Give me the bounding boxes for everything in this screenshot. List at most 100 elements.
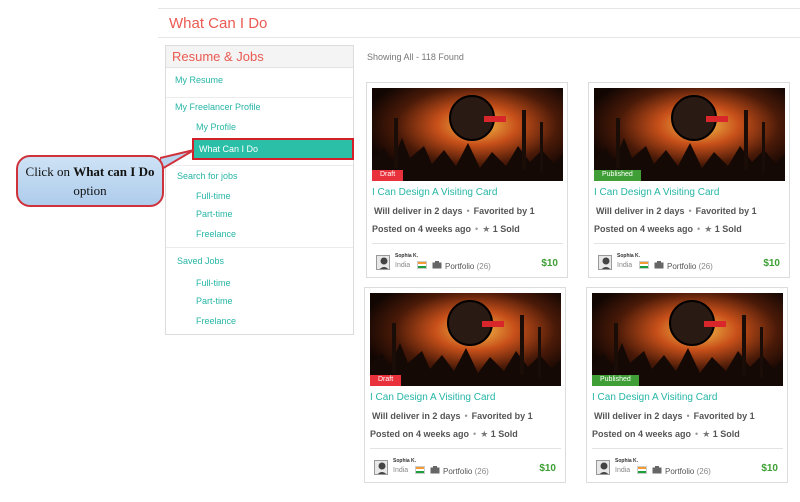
star-icon: ★	[702, 429, 711, 439]
seller-country: India	[617, 262, 633, 269]
card-title[interactable]: I Can Design A Visiting Card	[594, 187, 719, 198]
callout-text-prefix: Click on	[25, 164, 74, 179]
sold-count: 1 Sold	[490, 429, 518, 439]
seller-name[interactable]: Sophia K.	[393, 458, 416, 464]
seller-country: India	[395, 262, 411, 269]
avatar[interactable]	[374, 460, 388, 475]
posted-date: Posted on 4 weeks ago	[592, 429, 692, 439]
separator-dot: •	[695, 429, 699, 439]
sidebar-divider	[166, 247, 353, 248]
sidebar-divider	[166, 97, 353, 98]
service-card[interactable]: Published I Can Design A Visiting Card W…	[588, 82, 790, 278]
card-thumbnail[interactable]: Published	[592, 293, 783, 386]
page-title: What Can I Do	[169, 15, 268, 32]
india-flag-icon	[637, 466, 647, 474]
status-badge: Draft	[372, 170, 404, 181]
sidebar-item-search-part-time[interactable]: Part-time	[196, 209, 233, 219]
seller-country: India	[615, 467, 631, 474]
star-icon: ★	[704, 224, 713, 234]
portfolio-label: Portfolio	[443, 467, 473, 476]
avatar[interactable]	[598, 255, 612, 270]
avatar[interactable]	[596, 460, 610, 475]
sidebar-item-my-profile[interactable]: My Profile	[196, 122, 236, 132]
portfolio-label: Portfolio	[665, 467, 695, 476]
avatar[interactable]	[376, 255, 390, 270]
card-meta-row: Will deliver in 2 days • Favorited by 1	[596, 206, 757, 216]
service-card[interactable]: Draft I Can Design A Visiting Card Will …	[364, 287, 566, 483]
card-meta-row: Will deliver in 2 days • Favorited by 1	[374, 206, 535, 216]
portfolio-count: (26)	[698, 262, 713, 271]
delivery-time: Will deliver in 2 days	[372, 411, 461, 421]
card-divider	[372, 243, 563, 244]
portfolio-link[interactable]: Portfolio (26)	[443, 467, 489, 476]
sidebar-item-saved-freelance[interactable]: Freelance	[196, 316, 236, 326]
star-icon: ★	[480, 429, 489, 439]
star-icon: ★	[482, 224, 491, 234]
sidebar-item-freelancer-profile[interactable]: My Freelancer Profile	[175, 102, 261, 112]
portfolio-folder-icon	[432, 261, 442, 269]
seller-name[interactable]: Sophia K.	[615, 458, 638, 464]
portfolio-link[interactable]: Portfolio (26)	[665, 467, 711, 476]
sidebar-item-search-full-time[interactable]: Full-time	[196, 191, 231, 201]
posted-date: Posted on 4 weeks ago	[370, 429, 470, 439]
status-badge: Draft	[370, 375, 402, 386]
card-meta-row: Posted on 4 weeks ago • ★ 1 Sold	[372, 224, 520, 235]
card-title[interactable]: I Can Design A Visiting Card	[370, 392, 495, 403]
callout-pointer	[160, 149, 195, 172]
separator-dot: •	[686, 411, 690, 421]
sidebar-item-what-can-i-do-label: What Can I Do	[199, 144, 259, 154]
callout-text-bold: What can I Do	[73, 164, 155, 179]
card-meta-row: Posted on 4 weeks ago • ★ 1 Sold	[370, 429, 518, 440]
card-thumbnail-image	[372, 88, 563, 181]
separator-dot: •	[475, 224, 479, 234]
separator-dot: •	[697, 224, 701, 234]
sidebar: Resume & Jobs My Resume My Freelancer Pr…	[165, 45, 354, 335]
card-thumbnail[interactable]: Draft	[372, 88, 563, 181]
card-title[interactable]: I Can Design A Visiting Card	[592, 392, 717, 403]
sold-count: 1 Sold	[492, 224, 520, 234]
portfolio-count: (26)	[474, 467, 489, 476]
sidebar-item-saved-jobs[interactable]: Saved Jobs	[177, 256, 224, 266]
card-meta-row: Posted on 4 weeks ago • ★ 1 Sold	[592, 429, 740, 440]
service-card[interactable]: Published I Can Design A Visiting Card W…	[586, 287, 788, 483]
sidebar-item-search-for-jobs[interactable]: Search for jobs	[177, 171, 238, 181]
card-thumbnail-image	[594, 88, 785, 181]
card-divider	[594, 243, 785, 244]
status-badge: Published	[594, 170, 641, 181]
favorited-count: Favorited by 1	[473, 206, 535, 216]
sold-count: 1 Sold	[714, 224, 742, 234]
card-divider	[370, 448, 561, 449]
seller-country: India	[393, 467, 409, 474]
portfolio-link[interactable]: Portfolio (26)	[445, 262, 491, 271]
card-title[interactable]: I Can Design A Visiting Card	[372, 187, 497, 198]
seller-name[interactable]: Sophia K.	[617, 253, 640, 259]
sidebar-item-search-freelance[interactable]: Freelance	[196, 229, 236, 239]
india-flag-icon	[417, 261, 427, 269]
card-thumbnail[interactable]: Published	[594, 88, 785, 181]
india-flag-icon	[415, 466, 425, 474]
portfolio-link[interactable]: Portfolio (26)	[667, 262, 713, 271]
instruction-callout: Click on What can I Do option	[16, 155, 164, 207]
posted-date: Posted on 4 weeks ago	[594, 224, 694, 234]
sidebar-item-what-can-i-do[interactable]: What Can I Do	[192, 138, 354, 160]
portfolio-folder-icon	[654, 261, 664, 269]
card-meta-row: Will deliver in 2 days • Favorited by 1	[594, 411, 755, 421]
card-meta-row: Posted on 4 weeks ago • ★ 1 Sold	[594, 224, 742, 235]
portfolio-folder-icon	[652, 466, 662, 474]
title-divider	[158, 37, 800, 38]
favorited-count: Favorited by 1	[471, 411, 533, 421]
favorited-count: Favorited by 1	[695, 206, 757, 216]
separator-dot: •	[473, 429, 477, 439]
card-thumbnail[interactable]: Draft	[370, 293, 561, 386]
seller-name[interactable]: Sophia K.	[395, 253, 418, 259]
sidebar-header: Resume & Jobs	[166, 46, 353, 68]
sidebar-item-saved-full-time[interactable]: Full-time	[196, 278, 231, 288]
sidebar-item-saved-part-time[interactable]: Part-time	[196, 296, 233, 306]
sidebar-item-my-resume[interactable]: My Resume	[175, 75, 223, 85]
delivery-time: Will deliver in 2 days	[594, 411, 683, 421]
delivery-time: Will deliver in 2 days	[596, 206, 685, 216]
service-card[interactable]: Draft I Can Design A Visiting Card Will …	[366, 82, 568, 278]
status-badge: Published	[592, 375, 639, 386]
separator-dot: •	[466, 206, 470, 216]
delivery-time: Will deliver in 2 days	[374, 206, 463, 216]
